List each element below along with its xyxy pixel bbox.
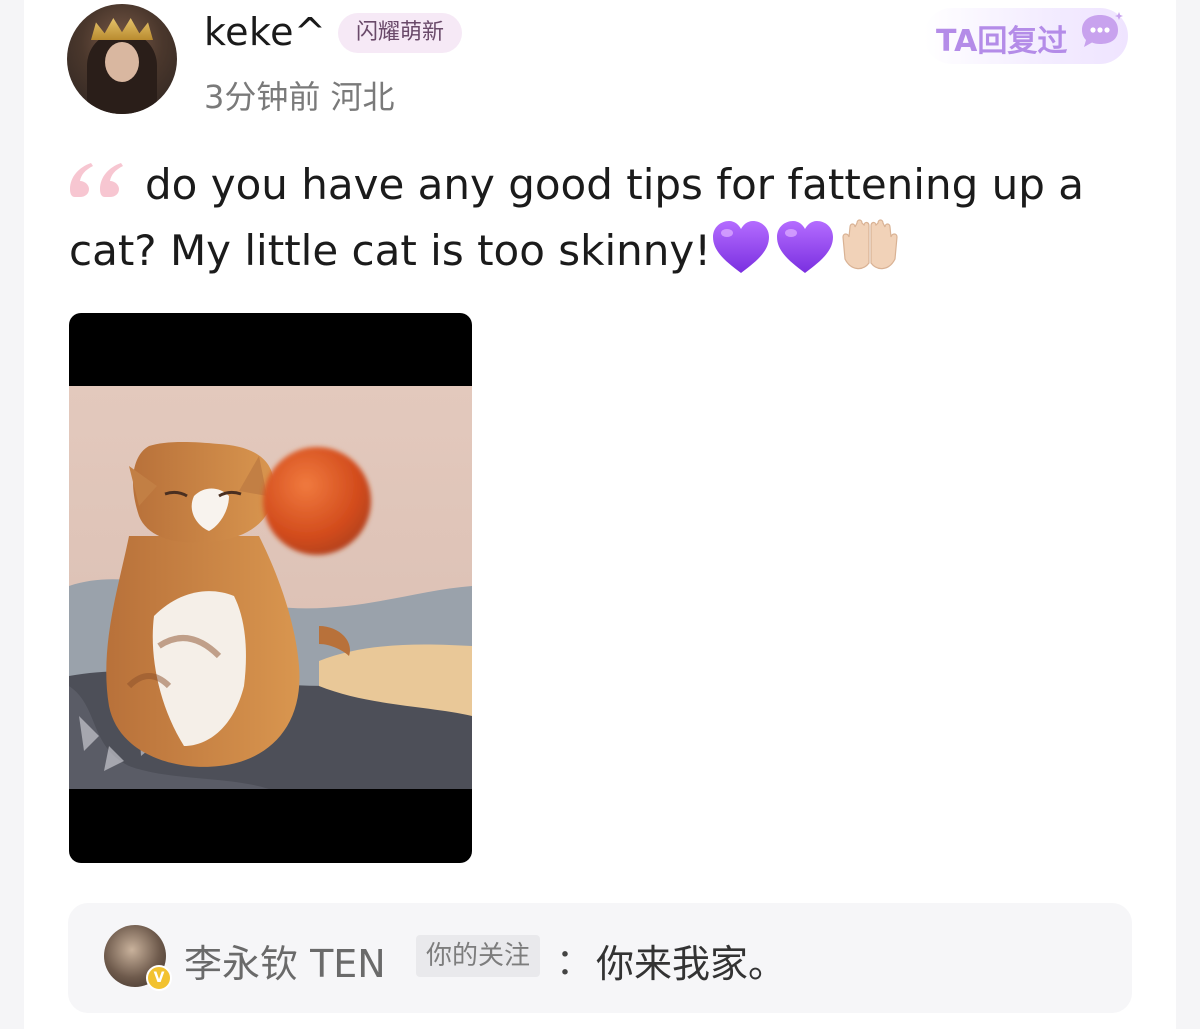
post-text: do you have any good tips for fattening … xyxy=(69,160,1084,275)
chat-bubble-icon xyxy=(1082,12,1123,47)
user-avatar[interactable] xyxy=(67,4,177,114)
purple-heart-icon xyxy=(777,221,834,273)
comment-separator: ： xyxy=(556,942,593,983)
avatar-face xyxy=(105,42,139,82)
post-body: do you have any good tips for fattening … xyxy=(69,152,1099,284)
level-badge: 闪耀萌新 xyxy=(338,13,463,53)
username[interactable]: keke^ xyxy=(204,10,326,54)
verified-v-icon: V xyxy=(146,965,172,991)
post-card: keke^ 闪耀萌新 3分钟前 河北 TA回复过 do you have any… xyxy=(24,0,1176,1029)
following-tag: 你的关注 xyxy=(416,935,541,977)
cat-photo xyxy=(69,386,472,789)
replied-badge[interactable]: TA回复过 xyxy=(924,8,1128,64)
palms-up-together-icon xyxy=(842,219,898,270)
purple-heart-icon xyxy=(713,221,770,273)
replied-badge-label: TA回复过 xyxy=(936,24,1068,59)
comment-text: 你来我家。 xyxy=(596,942,787,986)
featured-comment[interactable]: V 李永钦 TEN 你的关注 ： 你来我家。 xyxy=(68,903,1132,1013)
avatar-crown xyxy=(91,18,153,40)
commenter-name[interactable]: 李永钦 TEN xyxy=(184,933,386,988)
post-meta: 3分钟前 河北 xyxy=(204,78,395,116)
quote-mark-icon xyxy=(70,163,123,197)
post-video-thumbnail[interactable] xyxy=(69,313,472,863)
